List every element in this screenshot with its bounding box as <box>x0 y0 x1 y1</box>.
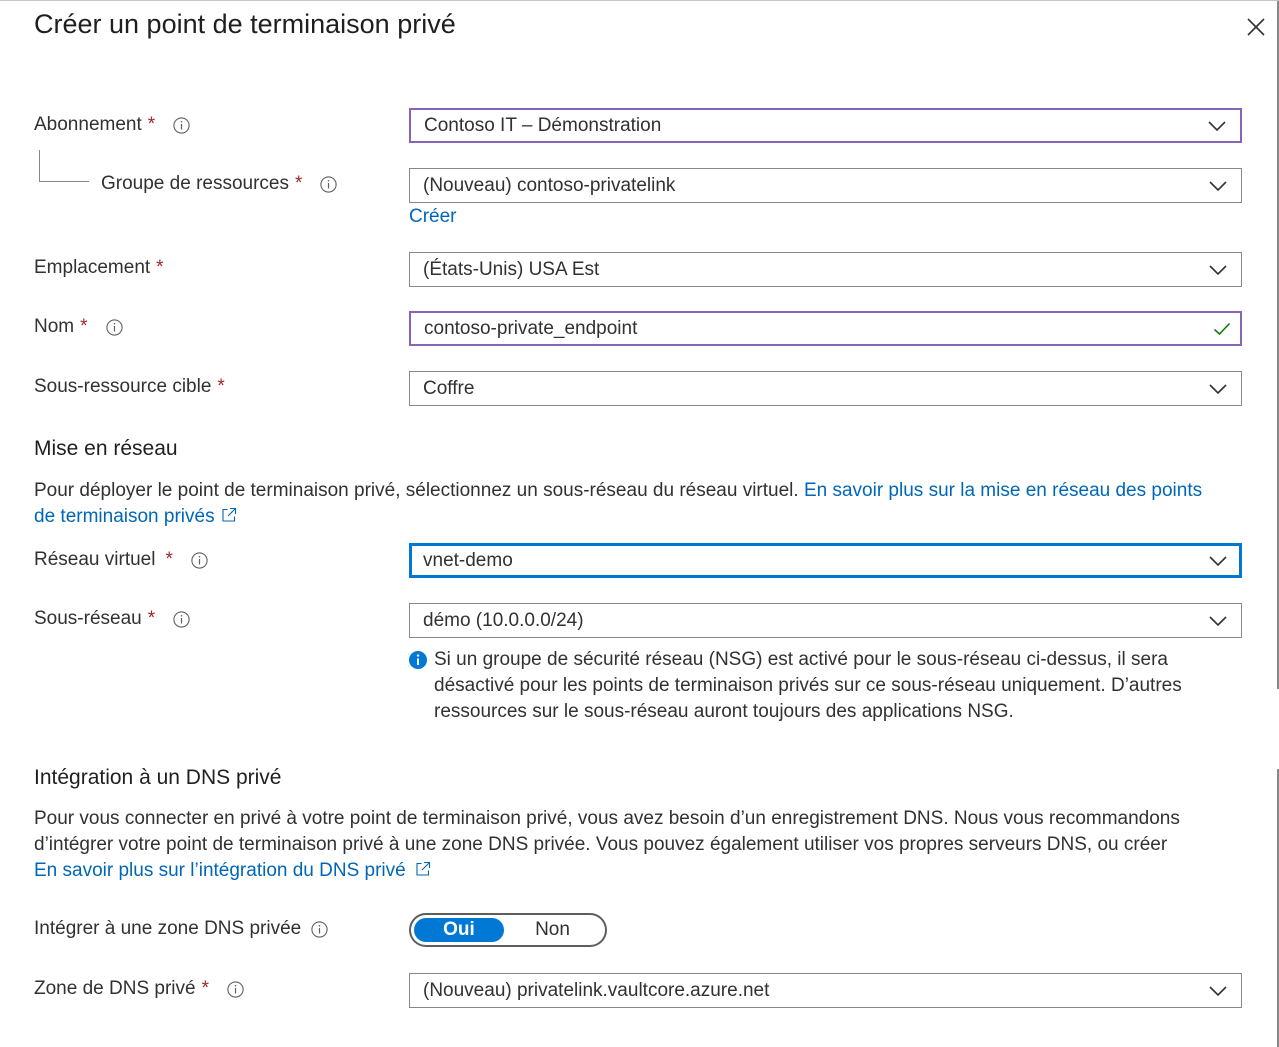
create-private-endpoint-panel: Créer un point de terminaison privé Abon… <box>0 0 1279 1047</box>
chevron-down-icon <box>1209 555 1227 566</box>
required-marker: * <box>217 376 225 397</box>
info-icon[interactable] <box>227 980 244 998</box>
name-label: Nom * <box>34 316 123 338</box>
subscription-label-text: Abonnement <box>34 114 142 135</box>
info-filled-icon <box>409 651 427 669</box>
chevron-down-icon <box>1209 985 1227 996</box>
resource-group-label-text: Groupe de ressources <box>101 173 289 194</box>
chevron-down-icon <box>1209 180 1227 191</box>
required-marker: * <box>201 978 209 999</box>
external-link-icon[interactable] <box>415 861 431 877</box>
subnet-label-text: Sous-réseau <box>34 608 142 629</box>
required-marker: * <box>165 549 173 570</box>
location-value: (États-Unis) USA Est <box>423 258 600 280</box>
nsg-info-note: Si un groupe de sécurité réseau (NSG) es… <box>409 647 1229 725</box>
chevron-down-icon <box>1208 120 1226 131</box>
subnet-value: démo (10.0.0.0/24) <box>423 609 584 631</box>
required-marker: * <box>147 114 156 135</box>
nsg-note-text: Si un groupe de sécurité réseau (NSG) es… <box>434 647 1182 725</box>
networking-learn-more-link-cont[interactable]: de terminaison privés <box>34 506 215 527</box>
toggle-option-yes[interactable]: Oui <box>414 918 504 942</box>
subscription-label: Abonnement * <box>34 114 190 136</box>
target-subresource-label-text: Sous-ressource cible <box>34 376 212 397</box>
dns-heading: Intégration à un DNS privé <box>34 766 282 789</box>
resource-group-value: (Nouveau) contoso-privatelink <box>423 174 676 196</box>
close-icon[interactable] <box>1243 14 1269 40</box>
nsg-note-line: Si un groupe de sécurité réseau (NSG) es… <box>434 649 1168 670</box>
dns-zone-value: (Nouveau) privatelink.vaultcore.azure.ne… <box>423 979 770 1001</box>
external-link-icon[interactable] <box>221 507 237 523</box>
toggle-option-no[interactable]: Non <box>504 918 601 942</box>
info-icon[interactable] <box>311 920 328 938</box>
virtual-network-dropdown[interactable]: vnet-demo <box>409 543 1242 578</box>
location-dropdown[interactable]: (États-Unis) USA Est <box>409 252 1242 287</box>
tree-connector <box>39 150 89 182</box>
dns-zone-dropdown[interactable]: (Nouveau) privatelink.vaultcore.azure.ne… <box>409 973 1242 1008</box>
dns-zone-label: Zone de DNS privé * <box>34 978 244 1000</box>
virtual-network-label: Réseau virtuel * <box>34 549 208 571</box>
subscription-value: Contoso IT – Démonstration <box>424 114 662 136</box>
info-icon[interactable] <box>320 175 338 193</box>
nsg-note-line: désactivé pour les points de terminaison… <box>434 675 1182 696</box>
required-marker: * <box>147 608 156 629</box>
chevron-down-icon <box>1209 615 1227 626</box>
required-marker: * <box>80 316 88 337</box>
name-label-text: Nom <box>34 316 75 337</box>
chevron-down-icon <box>1209 264 1227 275</box>
dns-description-line: Pour vous connecter en privé à votre poi… <box>34 808 1180 829</box>
target-subresource-dropdown[interactable]: Coffre <box>409 371 1242 406</box>
info-icon[interactable] <box>173 116 190 134</box>
virtual-network-value: vnet-demo <box>423 549 513 571</box>
dns-learn-more-link[interactable]: En savoir plus sur l’intégration du DNS … <box>34 860 406 881</box>
location-label: Emplacement * <box>34 257 164 279</box>
dns-description-line: d’intégrer votre point de terminaison pr… <box>34 834 1168 855</box>
integrate-dns-toggle[interactable]: Oui Non <box>409 913 607 947</box>
target-subresource-value: Coffre <box>423 377 475 399</box>
create-resource-group-link[interactable]: Créer <box>409 206 457 228</box>
info-icon[interactable] <box>173 610 190 628</box>
dns-description: Pour vous connecter en privé à votre poi… <box>34 806 1264 884</box>
subnet-label: Sous-réseau * <box>34 608 190 630</box>
resource-group-label: Groupe de ressources * <box>101 173 338 195</box>
required-marker: * <box>295 173 303 194</box>
integrate-dns-label-text: Intégrer à une zone DNS privée <box>34 918 302 939</box>
target-subresource-label: Sous-ressource cible * <box>34 376 225 398</box>
location-label-text: Emplacement <box>34 257 151 278</box>
integrate-dns-label: Intégrer à une zone DNS privée <box>34 918 328 940</box>
resource-group-dropdown[interactable]: (Nouveau) contoso-privatelink <box>409 168 1242 203</box>
page-title: Créer un point de terminaison privé <box>34 9 456 39</box>
checkmark-icon <box>1213 322 1231 335</box>
subscription-dropdown[interactable]: Contoso IT – Démonstration <box>409 108 1242 143</box>
networking-description: Pour déployer le point de terminaison pr… <box>34 478 1234 530</box>
info-icon[interactable] <box>105 318 123 336</box>
networking-heading: Mise en réseau <box>34 437 178 460</box>
dns-zone-label-text: Zone de DNS privé <box>34 978 196 999</box>
name-value: contoso-private_endpoint <box>424 317 638 339</box>
networking-description-text: Pour déployer le point de terminaison pr… <box>34 480 799 501</box>
chevron-down-icon <box>1209 383 1227 394</box>
subnet-dropdown[interactable]: démo (10.0.0.0/24) <box>409 603 1242 638</box>
nsg-note-line: ressources sur le sous-réseau auront tou… <box>434 701 1014 722</box>
virtual-network-label-text: Réseau virtuel <box>34 549 156 570</box>
name-input[interactable]: contoso-private_endpoint <box>409 311 1242 346</box>
required-marker: * <box>156 257 164 278</box>
info-icon[interactable] <box>191 551 208 569</box>
networking-learn-more-link[interactable]: En savoir plus sur la mise en réseau des… <box>804 480 1202 501</box>
